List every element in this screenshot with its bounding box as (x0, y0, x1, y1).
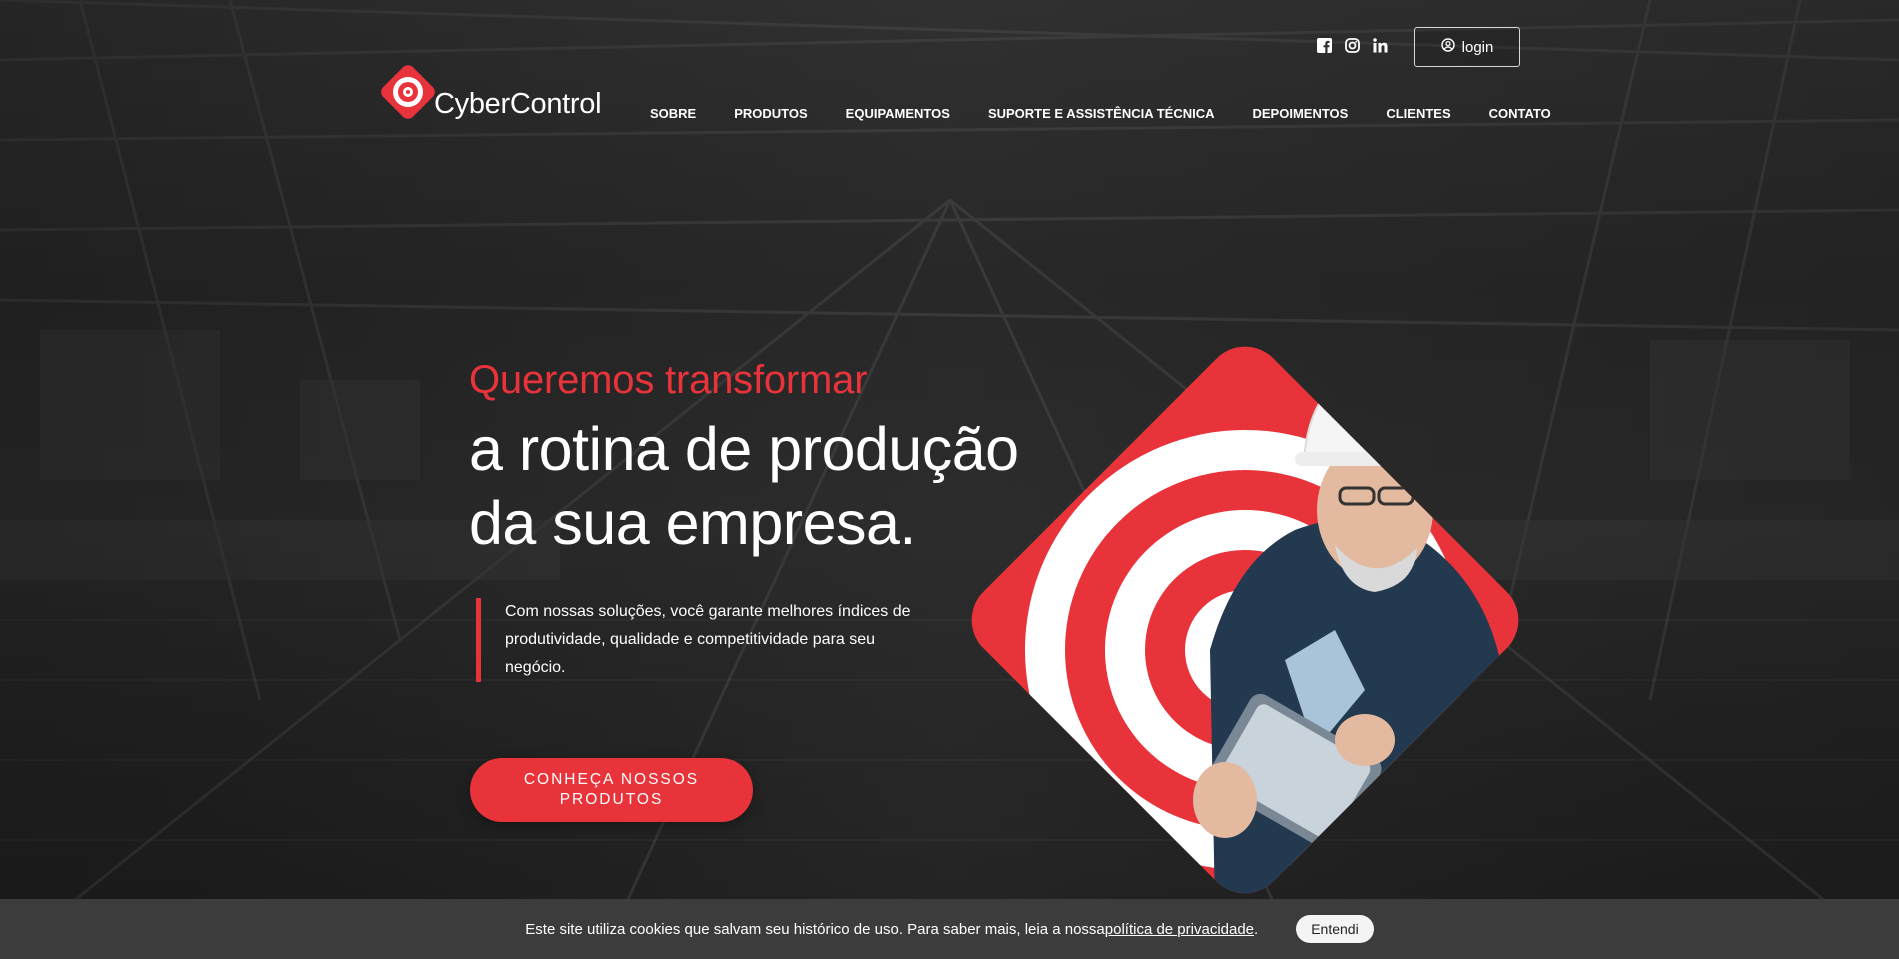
nav-item-depoimentos[interactable]: DEPOIMENTOS (1253, 106, 1349, 121)
cookie-accept-button[interactable]: Entendi (1296, 915, 1374, 943)
nav-item-clientes[interactable]: CLIENTES (1386, 106, 1450, 121)
facebook-icon[interactable] (1316, 37, 1332, 53)
nav-item-produtos[interactable]: PRODUTOS (734, 106, 807, 121)
nav-item-suporte[interactable]: SUPORTE E ASSISTÊNCIA TÉCNICA (988, 106, 1215, 121)
nav-item-contato[interactable]: CONTATO (1489, 106, 1551, 121)
hero-headline-line2: da sua empresa. (469, 489, 916, 557)
hero-description: Com nossas soluções, você garante melhor… (476, 598, 916, 682)
linkedin-icon[interactable] (1372, 37, 1388, 53)
brand-name: CyberControl (434, 87, 602, 120)
instagram-icon[interactable] (1344, 37, 1360, 53)
hero-headline-red: Queremos transformar (469, 358, 868, 402)
hero-illustration (955, 330, 1535, 910)
nav-item-sobre[interactable]: SOBRE (650, 106, 696, 121)
login-label: login (1461, 38, 1494, 56)
hero-headline-line1: a rotina de produção (469, 415, 1019, 483)
nav-item-equipamentos[interactable]: EQUIPAMENTOS (846, 106, 950, 121)
social-links (1316, 37, 1388, 53)
login-button[interactable]: login (1414, 27, 1520, 67)
brand-logo[interactable]: CyberControl (378, 62, 602, 122)
user-circle-icon (1440, 38, 1455, 56)
cookie-banner: Este site utiliza cookies que salvam seu… (0, 899, 1899, 959)
cookie-text-end: . (1254, 920, 1259, 938)
cybercontrol-logo-icon (378, 62, 438, 122)
cta-products-button[interactable]: CONHEÇA NOSSOS PRODUTOS (470, 758, 753, 822)
cookie-text: Este site utiliza cookies que salvam seu… (525, 920, 1105, 938)
main-navigation: SOBRE PRODUTOS EQUIPAMENTOS SUPORTE E AS… (650, 106, 1551, 121)
privacy-policy-link[interactable]: política de privacidade (1105, 921, 1254, 938)
hero-headline: a rotina de produção da sua empresa. (469, 412, 1019, 560)
